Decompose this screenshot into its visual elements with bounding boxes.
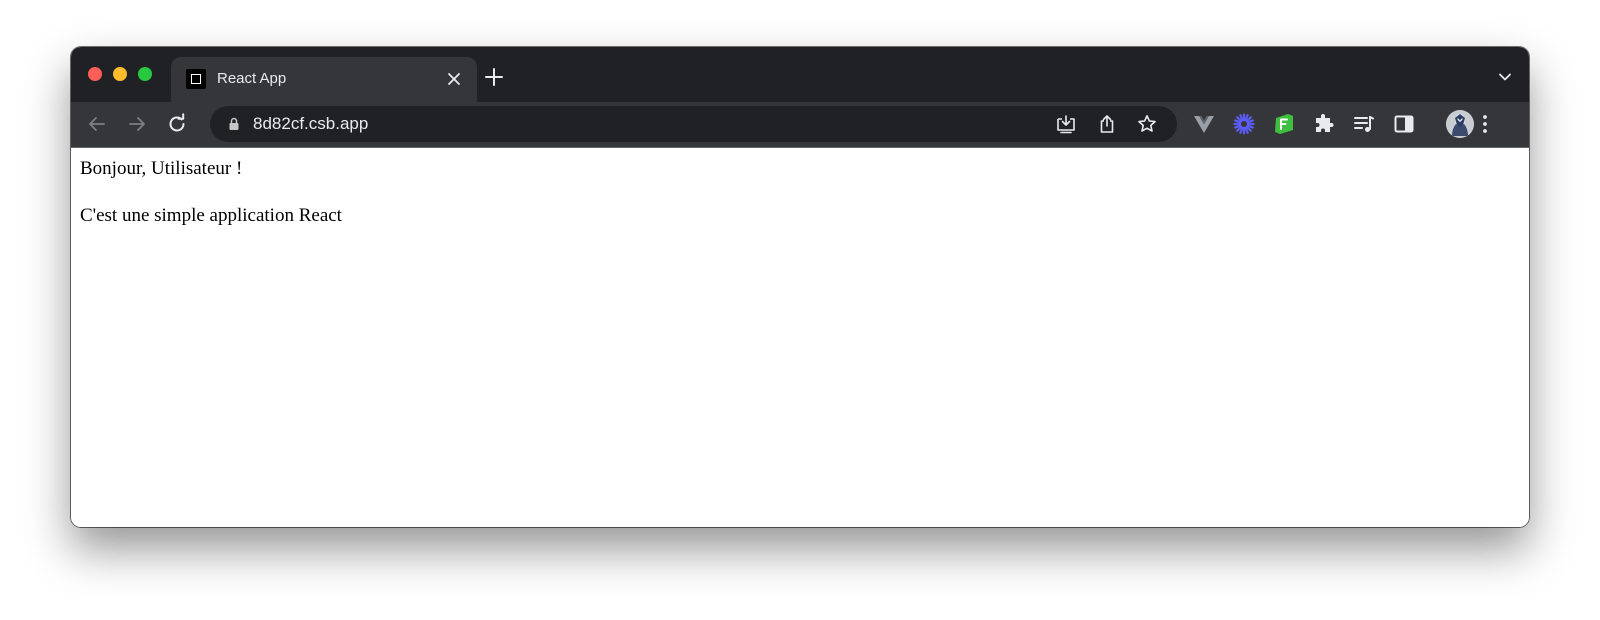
reload-icon[interactable] [165,112,189,136]
page-content: Bonjour, Utilisateur ! C'est une simple … [71,148,1529,527]
url-text[interactable]: 8d82cf.csb.app [253,114,368,134]
square-icon [186,69,206,89]
minimize-window-button[interactable] [113,67,127,81]
profile-avatar[interactable] [1446,110,1474,138]
browser-window: React App 8d82cf.csb.app Bonjour, Utilis… [71,47,1529,527]
install-app-icon[interactable] [1055,113,1077,135]
chevron-down-icon[interactable] [1497,69,1513,85]
maximize-window-button[interactable] [138,67,152,81]
tab-react-app[interactable]: React App [171,57,477,102]
side-panel-icon[interactable] [1392,112,1416,136]
lock-icon[interactable] [226,116,242,132]
puzzle-extensions-icon[interactable] [1312,112,1336,136]
tab-strip: React App [71,47,1529,102]
kebab-menu-icon[interactable] [1473,112,1497,136]
green-f-extension-icon[interactable] [1272,112,1296,136]
close-icon[interactable] [443,68,465,90]
address-bar[interactable]: 8d82cf.csb.app [210,106,1177,142]
vue-devtools-icon[interactable] [1192,112,1216,136]
tab-title: React App [217,70,287,87]
close-window-button[interactable] [88,67,102,81]
avatar-image [1446,110,1474,138]
media-playlist-icon[interactable] [1352,112,1376,136]
plus-icon[interactable] [483,66,505,88]
asterisk-extension-icon[interactable] [1232,112,1256,136]
description-text: C'est une simple application React [80,205,342,226]
browser-toolbar: 8d82cf.csb.app [71,102,1529,148]
share-icon[interactable] [1096,113,1118,135]
forward-arrow-icon[interactable] [125,112,149,136]
bookmark-star-icon[interactable] [1136,113,1158,135]
back-arrow-icon[interactable] [85,112,109,136]
greeting-text: Bonjour, Utilisateur ! [80,158,243,179]
